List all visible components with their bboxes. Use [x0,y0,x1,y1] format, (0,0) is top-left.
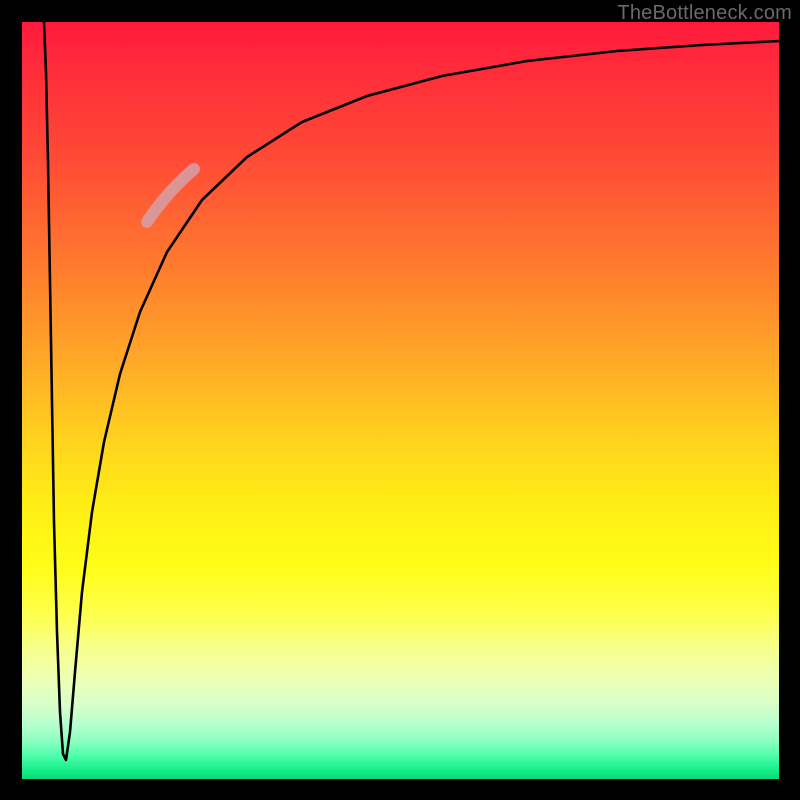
highlight-segment [147,169,194,222]
chart-root: TheBottleneck.com [0,0,800,800]
curve-main [44,22,779,760]
curve-layer [22,22,779,779]
plot-area [22,22,779,779]
